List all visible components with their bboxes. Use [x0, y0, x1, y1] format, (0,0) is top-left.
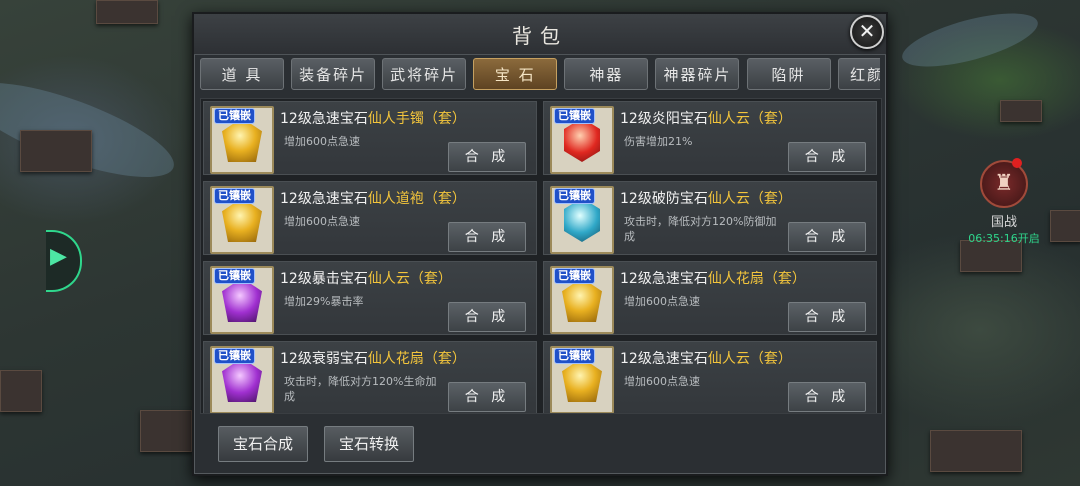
- map-city[interactable]: [96, 0, 158, 24]
- gem-slot: 已镶嵌: [550, 346, 614, 413]
- merge-button[interactable]: 合 成: [788, 302, 866, 332]
- gold-gem-icon: [562, 358, 602, 402]
- national-war-label: 国战: [990, 215, 1017, 230]
- castle-icon: ♜: [980, 160, 1028, 208]
- tab-gems[interactable]: 宝 石: [473, 58, 558, 90]
- inlaid-tag: 已镶嵌: [554, 108, 595, 124]
- gem-slot: 已镶嵌: [550, 266, 614, 334]
- inlaid-tag: 已镶嵌: [214, 348, 255, 364]
- merge-button[interactable]: 合 成: [448, 142, 526, 172]
- gem-description: 增加600点急速: [624, 295, 700, 308]
- tab-beauty-fragments[interactable]: 红颜碎: [837, 58, 880, 90]
- gold-gem-icon: [562, 278, 602, 322]
- map-city[interactable]: [1000, 100, 1042, 122]
- tab-items[interactable]: 道 具: [200, 58, 284, 90]
- gem-description: 攻击时，降低对方120%防御加成: [624, 215, 777, 243]
- expand-icon: ▶: [50, 244, 67, 269]
- merge-button[interactable]: 合 成: [788, 382, 866, 412]
- gem-description: 伤害增加21%: [624, 135, 693, 148]
- tab-general-fragments[interactable]: 武将碎片: [382, 58, 467, 90]
- inlaid-tag: 已镶嵌: [554, 188, 595, 204]
- merge-button[interactable]: 合 成: [788, 222, 866, 252]
- gold-gem-icon: [222, 198, 262, 242]
- map-city[interactable]: [0, 370, 42, 412]
- gem-slot: 已镶嵌: [550, 106, 614, 174]
- national-war-widget[interactable]: ♜ 国战 06:35:16开启: [944, 158, 1064, 246]
- cyan-gem-icon: [564, 198, 600, 242]
- gem-name: 12级急速宝石仙人花扇（套）: [620, 271, 806, 287]
- gem-item[interactable]: 已镶嵌 12级急速宝石仙人云（套） 增加600点急速 合 成: [543, 341, 877, 413]
- purple-gem-icon: [222, 358, 262, 402]
- gem-slot: 已镶嵌: [210, 186, 274, 254]
- close-icon: ✕: [858, 19, 876, 43]
- gem-description: 增加600点急速: [284, 135, 360, 148]
- inlaid-tag: 已镶嵌: [214, 268, 255, 284]
- tab-equipment-fragments[interactable]: 装备碎片: [291, 58, 376, 90]
- national-war-timer: 06:35:16开启: [968, 232, 1040, 245]
- gem-item[interactable]: 已镶嵌 12级衰弱宝石仙人花扇（套） 攻击时，降低对方120%生命加成 合 成: [203, 341, 537, 413]
- gem-item[interactable]: 已镶嵌 12级炎阳宝石仙人云（套） 伤害增加21% 合 成: [543, 101, 877, 175]
- panel-title-bar: 背包: [194, 14, 886, 55]
- backpack-panel: 背包 道 具 装备碎片 武将碎片 宝 石 神器 神器碎片 陷阱 红颜碎 已镶嵌 …: [192, 12, 888, 476]
- gem-description: 增加600点急速: [284, 215, 360, 228]
- gem-item[interactable]: 已镶嵌 12级急速宝石仙人道袍（套） 增加600点急速 合 成: [203, 181, 537, 255]
- close-button[interactable]: ✕: [850, 15, 884, 49]
- tab-traps[interactable]: 陷阱: [746, 58, 831, 90]
- gem-name: 12级急速宝石仙人手镯（套）: [280, 111, 466, 127]
- merge-button[interactable]: 合 成: [448, 222, 526, 252]
- gem-item[interactable]: 已镶嵌 12级暴击宝石仙人云（套） 增加29%暴击率 合 成: [203, 261, 537, 335]
- gem-name: 12级急速宝石仙人云（套）: [620, 351, 792, 367]
- gem-name: 12级衰弱宝石仙人花扇（套）: [280, 351, 466, 367]
- gem-item[interactable]: 已镶嵌 12级急速宝石仙人手镯（套） 增加600点急速 合 成: [203, 101, 537, 175]
- gem-description: 增加600点急速: [624, 375, 700, 388]
- river: [897, 2, 1043, 78]
- gem-list[interactable]: 已镶嵌 12级急速宝石仙人手镯（套） 增加600点急速 合 成 已镶嵌 12级炎…: [200, 98, 882, 414]
- panel-title: 背包: [512, 24, 568, 48]
- gem-convert-button[interactable]: 宝石转换: [324, 426, 414, 462]
- inlaid-tag: 已镶嵌: [554, 268, 595, 284]
- tab-artifacts[interactable]: 神器: [564, 58, 649, 90]
- gem-name: 12级炎阳宝石仙人云（套）: [620, 111, 792, 127]
- gem-description: 增加29%暴击率: [284, 295, 364, 308]
- inlaid-tag: 已镶嵌: [214, 108, 255, 124]
- merge-button[interactable]: 合 成: [448, 382, 526, 412]
- gold-gem-icon: [222, 118, 262, 162]
- merge-button[interactable]: 合 成: [448, 302, 526, 332]
- merge-button[interactable]: 合 成: [788, 142, 866, 172]
- gem-slot: 已镶嵌: [210, 266, 274, 334]
- gem-name: 12级急速宝石仙人道袍（套）: [280, 191, 466, 207]
- red-gem-icon: [564, 118, 600, 162]
- gem-item[interactable]: 已镶嵌 12级破防宝石仙人云（套） 攻击时，降低对方120%防御加成 合 成: [543, 181, 877, 255]
- map-city[interactable]: [930, 430, 1022, 472]
- gem-name: 12级破防宝石仙人云（套）: [620, 191, 792, 207]
- gem-slot: 已镶嵌: [210, 346, 274, 413]
- notification-dot: [1012, 158, 1022, 168]
- inlaid-tag: 已镶嵌: [214, 188, 255, 204]
- purple-gem-icon: [222, 278, 262, 322]
- gem-slot: 已镶嵌: [210, 106, 274, 174]
- category-tabs: 道 具 装备碎片 武将碎片 宝 石 神器 神器碎片 陷阱 红颜碎: [200, 58, 880, 94]
- tab-artifact-fragments[interactable]: 神器碎片: [655, 58, 740, 90]
- gem-name: 12级暴击宝石仙人云（套）: [280, 271, 452, 287]
- map-city[interactable]: [20, 130, 92, 172]
- map-city[interactable]: [140, 410, 192, 452]
- gem-item[interactable]: 已镶嵌 12级急速宝石仙人花扇（套） 增加600点急速 合 成: [543, 261, 877, 335]
- gem-description: 攻击时，降低对方120%生命加成: [284, 375, 437, 403]
- inlaid-tag: 已镶嵌: [554, 348, 595, 364]
- gem-slot: 已镶嵌: [550, 186, 614, 254]
- gem-merge-button[interactable]: 宝石合成: [218, 426, 308, 462]
